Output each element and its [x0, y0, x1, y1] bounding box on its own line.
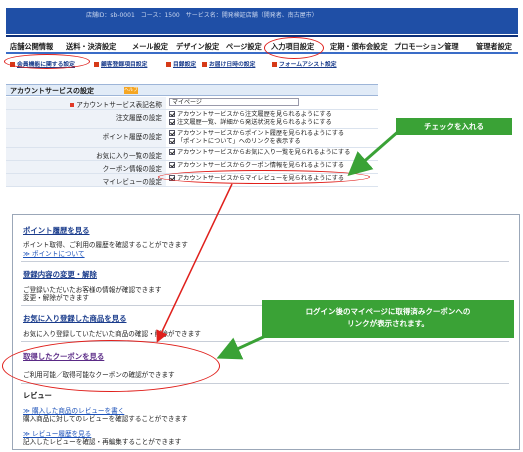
arrow-check-callout	[347, 128, 401, 176]
callout-check: チェックを入れる	[396, 118, 512, 135]
callout-coupon-link: ログイン後のマイページに取得済みクーポンへの リンクが表示されます。	[262, 300, 514, 338]
callout-coupon-line2: リンクが表示されます。	[347, 319, 429, 328]
callout-coupon-line1: ログイン後のマイページに取得済みクーポンへの	[305, 307, 471, 316]
annotation-arrows	[156, 128, 401, 360]
arrow-coupon-setting-to-link	[156, 183, 233, 343]
